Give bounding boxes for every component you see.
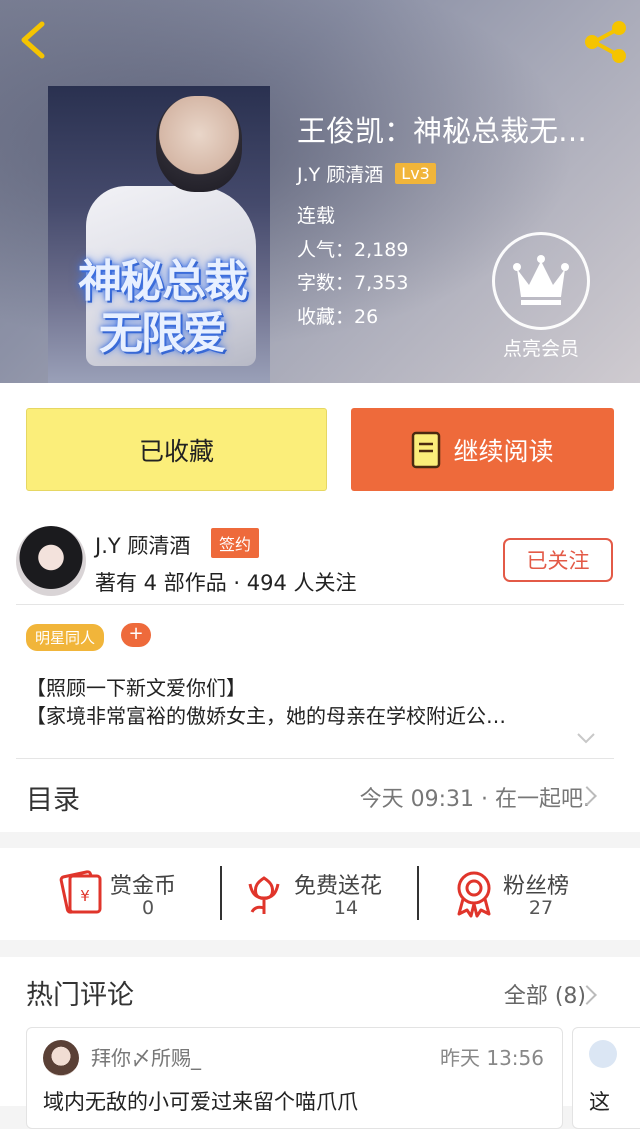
signed-badge: 签约 [211, 528, 260, 558]
book-header: 神秘总裁无限爱 王俊凯：神秘总裁无… J.Y 顾清酒 Lv3 连载 人气：2,1… [0, 0, 640, 383]
action-bar: 已收藏 继续阅读 [0, 383, 640, 513]
popularity-label: 人气： [297, 239, 355, 261]
commenter-avatar[interactable] [589, 1040, 617, 1068]
share-icon [585, 21, 626, 63]
send-flowers-value: 14 [333, 897, 359, 919]
commenter-name[interactable]: 拜你〆所赐_ [91, 1042, 201, 1071]
fans-ranking-value: 27 [528, 897, 554, 919]
words-label: 字数： [297, 272, 355, 294]
svg-text:¥: ¥ [80, 887, 90, 905]
continue-reading-button[interactable]: 继续阅读 [351, 408, 614, 491]
comments-title: 热门评论 [26, 980, 134, 1011]
book-title: 王俊凯：神秘总裁无… [297, 114, 588, 148]
crown-icon [513, 255, 569, 305]
fans-ranking[interactable]: 粉丝榜 27 [419, 848, 640, 940]
book-cover[interactable]: 神秘总裁无限爱 [48, 86, 270, 383]
red-envelope-icon: ¥ [59, 870, 102, 914]
author-name[interactable]: J.Y 顾清酒 [95, 530, 190, 560]
comment-time: 昨天 13:56 [440, 1046, 544, 1070]
vip-button[interactable] [492, 232, 590, 330]
favorited-button[interactable]: 已收藏 [26, 408, 327, 491]
book-icon [412, 431, 441, 468]
back-button[interactable] [14, 18, 54, 62]
book-author[interactable]: J.Y 顾清酒 Lv3 [297, 160, 436, 187]
flower-icon [248, 876, 280, 914]
reward-coins[interactable]: ¥ 赏金币 0 [0, 848, 220, 940]
latest-chapter: 今天 09:31 · 在一起吧. [359, 787, 590, 812]
divider [16, 758, 614, 759]
reward-coins-label: 赏金币 [110, 874, 177, 899]
add-tag-button[interactable]: + [121, 623, 151, 647]
words-value: 7,353 [354, 272, 409, 294]
expand-chevron-icon[interactable] [576, 731, 596, 745]
author-card: J.Y 顾清酒 签约 著有 4 部作品 · 494 人关注 已关注 明星同人 +… [0, 513, 640, 758]
share-button[interactable] [580, 20, 630, 64]
author-avatar[interactable] [16, 526, 86, 596]
cover-title: 神秘总裁无限爱 [78, 256, 248, 359]
comment-card[interactable]: 拜你〆所赐_ 昨天 13:56 域内无敌的小可爱过来留个喵爪爪 [26, 1027, 563, 1129]
book-popularity: 人气：2,189 [297, 235, 408, 262]
collect-value: 26 [354, 306, 379, 328]
send-flowers[interactable]: 免费送花 14 [222, 848, 417, 940]
intro-line-1: 【照顾一下新文爱你们】 [26, 676, 246, 700]
book-author-name: J.Y 顾清酒 [297, 164, 384, 186]
level-badge: Lv3 [395, 163, 436, 184]
comment-text: 域内无敌的小可爱过来留个喵爪爪 [43, 1090, 358, 1114]
toc-label: 目录 [26, 785, 80, 816]
cover-figure-head [156, 96, 242, 192]
fans-ranking-label: 粉丝榜 [503, 874, 570, 899]
back-arrow-icon [21, 21, 45, 59]
author-stats: 著有 4 部作品 · 494 人关注 [95, 571, 357, 595]
vip-label: 点亮会员 [502, 338, 579, 360]
send-flowers-label: 免费送花 [294, 874, 383, 899]
book-collections: 收藏：26 [297, 302, 378, 329]
intro-line-2: 【家境非常富裕的傲娇女主，她的母亲在学校附近公… [26, 704, 506, 728]
all-comments-link[interactable]: 全部 (8) [504, 978, 586, 1010]
reward-coins-value: 0 [141, 897, 155, 919]
hot-comments: 热门评论 全部 (8) 拜你〆所赐_ 昨天 13:56 域内无敌的小可爱过来留个… [0, 957, 640, 1129]
interaction-stats: ¥ 赏金币 0 免费送花 14 粉丝榜 27 [0, 848, 640, 940]
commenter-avatar[interactable] [43, 1040, 79, 1076]
divider [16, 604, 624, 605]
comment-text: 这 [589, 1090, 610, 1114]
table-of-contents-row[interactable]: 目录 今天 09:31 · 在一起吧. [0, 758, 640, 832]
popularity-value: 2,189 [354, 239, 409, 261]
continue-reading-label: 继续阅读 [453, 436, 554, 466]
book-status: 连载 [297, 205, 336, 227]
genre-tag[interactable]: 明星同人 [26, 624, 105, 651]
comment-card[interactable]: 这 [572, 1027, 640, 1129]
follow-button[interactable]: 已关注 [503, 538, 613, 582]
book-word-count: 字数：7,353 [297, 268, 408, 295]
collect-label: 收藏： [297, 306, 355, 328]
medal-icon [457, 871, 491, 918]
